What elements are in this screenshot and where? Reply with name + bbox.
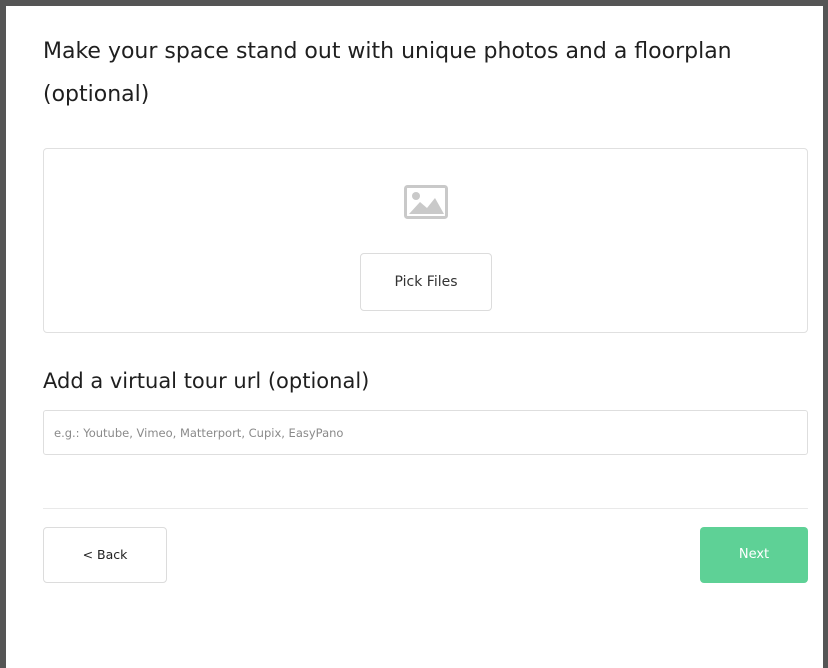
virtual-tour-url-input[interactable] — [43, 410, 808, 455]
pick-files-button[interactable]: Pick Files — [360, 253, 492, 311]
image-placeholder-icon — [404, 185, 448, 219]
back-button[interactable]: < Back — [43, 527, 167, 583]
footer-divider — [43, 508, 808, 509]
next-button[interactable]: Next — [700, 527, 808, 583]
virtual-tour-heading: Add a virtual tour url (optional) — [43, 369, 370, 393]
photo-upload-dropzone[interactable]: Pick Files — [43, 148, 808, 333]
page-title: Make your space stand out with unique ph… — [43, 39, 732, 107]
